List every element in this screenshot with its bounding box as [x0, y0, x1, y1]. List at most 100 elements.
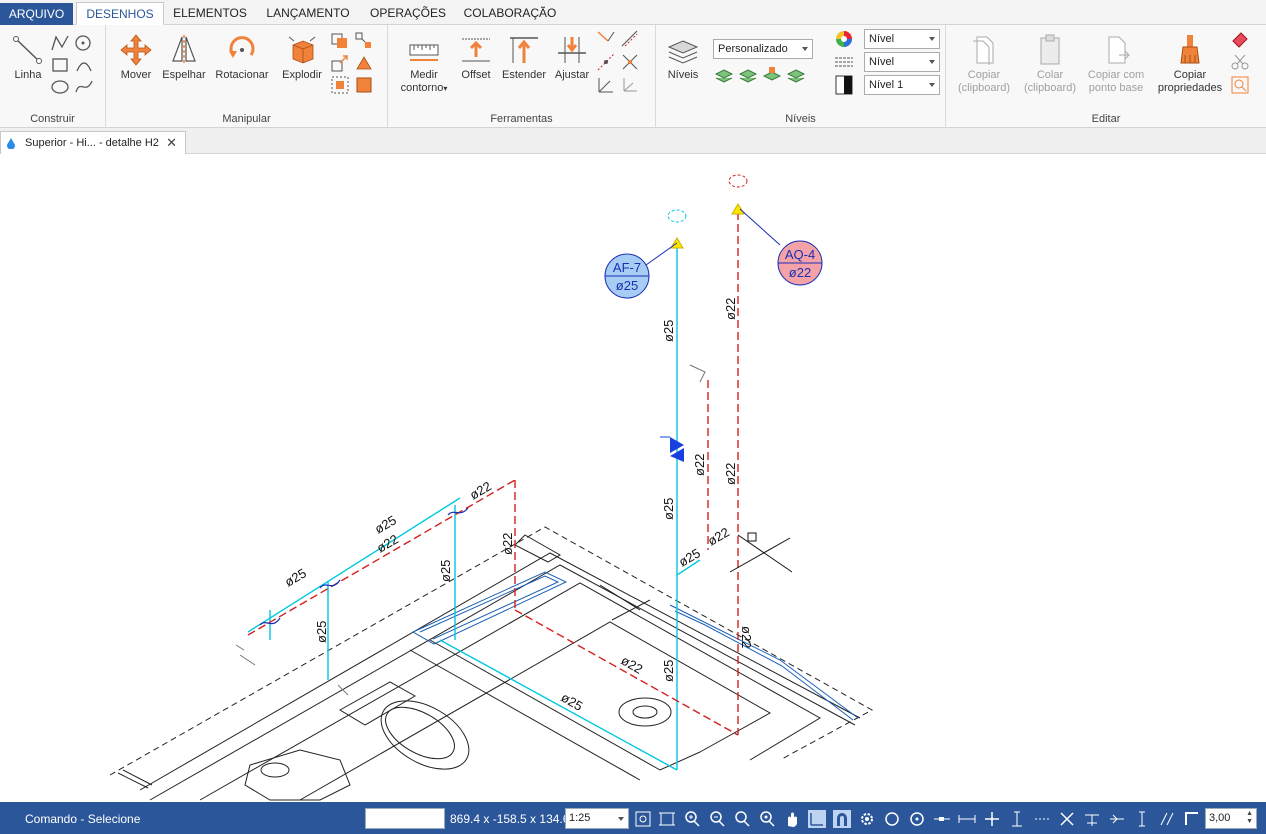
group-manipular: Mover Espelhar Rotacionar Explodir Manip… [106, 25, 388, 128]
zoom-extents-icon[interactable] [634, 810, 652, 828]
layer-style-select[interactable]: Personalizado [713, 39, 813, 59]
ajustar-button[interactable]: Ajustar [550, 33, 594, 82]
circle-icon[interactable] [74, 33, 94, 53]
polyline-icon[interactable] [50, 33, 70, 53]
linetype-select[interactable]: Nível [864, 52, 940, 72]
paste-icon [1040, 34, 1060, 65]
axis-icon[interactable] [596, 75, 616, 95]
layer-isolate-icon[interactable] [786, 65, 806, 85]
lineweight-icon[interactable] [834, 75, 854, 95]
zoom-realtime-icon[interactable] [758, 810, 776, 828]
tab-desenhos[interactable]: DESENHOS [76, 2, 164, 25]
isometric-drawing[interactable]: AF-7 ø25 AQ-4 ø22 ø25 ø22 ø25 ø22 ø22 ø2… [0, 154, 1266, 802]
snap-endpoint-icon[interactable] [933, 810, 951, 828]
layer-select[interactable]: Nível 1 [864, 75, 940, 95]
document-tab[interactable]: Superior - Hi... - detalhe H2 ✕ [0, 131, 186, 154]
zoom-in-icon[interactable] [683, 810, 701, 828]
ucs-icon[interactable] [620, 75, 640, 95]
snap-circle-icon[interactable] [883, 810, 901, 828]
copiar-propriedades-button[interactable]: Copiar propriedades [1152, 33, 1228, 95]
spline-icon[interactable] [74, 77, 94, 97]
tab-lancamento[interactable]: LANÇAMENTO [258, 2, 358, 25]
tab-arquivo[interactable]: ARQUIVO [0, 3, 73, 25]
rectangle-icon[interactable] [50, 55, 70, 75]
snap-intersection-icon[interactable] [983, 810, 1001, 828]
tab-colaboracao[interactable]: COLABORAÇÃO [458, 2, 562, 25]
linetype-icon[interactable] [834, 52, 854, 72]
espelhar-button[interactable]: Espelhar [160, 33, 208, 82]
snap-node-icon[interactable] [1133, 810, 1151, 828]
stretch-icon[interactable] [354, 53, 374, 73]
angle-icon[interactable] [1183, 810, 1201, 828]
label-d25: ø25 [559, 690, 586, 714]
niveis-button[interactable]: Níveis [662, 37, 704, 82]
linha-button[interactable]: Linha [8, 33, 48, 82]
break-icon[interactable] [596, 52, 616, 72]
medir-contorno-button[interactable]: Medir contorno▾ [394, 33, 454, 95]
tag-aq-4[interactable]: AQ-4 ø22 [777, 240, 823, 286]
offset-button[interactable]: Offset [454, 33, 498, 82]
scissors-icon[interactable] [1230, 52, 1250, 72]
command-input[interactable] [365, 808, 445, 829]
copy-icon[interactable] [330, 31, 350, 51]
eraser-icon[interactable] [1230, 29, 1250, 49]
copiar-label-1: Copiar [967, 69, 1001, 81]
zoom-select-icon[interactable] [1230, 75, 1250, 95]
array-icon[interactable] [354, 31, 374, 51]
rotacionar-button[interactable]: Rotacionar [212, 33, 272, 82]
tab-operacoes[interactable]: OPERAÇÕES [362, 2, 454, 25]
measure-icon [409, 44, 439, 61]
color-select[interactable]: Nível [864, 29, 940, 49]
cold-water-pipes [247, 245, 701, 771]
scale-select[interactable]: 1:25 [565, 808, 629, 829]
join-icon[interactable] [620, 52, 640, 72]
chamfer-icon[interactable] [620, 29, 640, 49]
angle-value-input[interactable]: 3,00 ▲ ▼ [1205, 808, 1257, 829]
snap-parallel-icon[interactable] [1158, 810, 1176, 828]
layer-off-icon[interactable] [738, 65, 758, 85]
pan-icon[interactable] [783, 810, 801, 828]
snap-perpendicular-icon[interactable] [1008, 810, 1026, 828]
copiar-clipboard-button[interactable]: Copiar (clipboard) [952, 33, 1016, 95]
settings-gear-icon[interactable] [858, 810, 876, 828]
angle-value: 3,00 [1209, 812, 1231, 824]
mover-label: Mover [120, 69, 152, 81]
copiar-base-label-1: Copiar com [1087, 69, 1145, 81]
arc-icon[interactable] [74, 55, 94, 75]
snap-nearest-icon[interactable] [1058, 810, 1076, 828]
snap-tangent-icon[interactable] [1083, 810, 1101, 828]
zoom-previous-icon[interactable] [733, 810, 751, 828]
zoom-window-icon[interactable] [658, 810, 676, 828]
scale-icon[interactable] [330, 53, 350, 73]
layer-lock-icon[interactable] [762, 65, 782, 85]
tag-af-7[interactable]: AF-7 ø25 [604, 253, 650, 299]
estender-button[interactable]: Estender [498, 33, 550, 82]
snap-magnet-icon[interactable] [833, 810, 851, 828]
snap-extension-icon[interactable] [1033, 810, 1051, 828]
rotacionar-label: Rotacionar [215, 69, 269, 81]
mover-button[interactable]: Mover [114, 33, 158, 82]
snap-midpoint-icon[interactable] [958, 810, 976, 828]
drawing-canvas[interactable]: AF-7 ø25 AQ-4 ø22 ø25 ø22 ø25 ø22 ø22 ø2… [0, 154, 1266, 802]
crosshair-cursor [729, 532, 793, 573]
close-icon[interactable]: ✕ [166, 132, 177, 154]
copiar-ponto-base-button[interactable]: Copiar com ponto base [1084, 33, 1148, 95]
color-wheel-icon[interactable] [834, 29, 854, 49]
tab-elementos[interactable]: ELEMENTOS [166, 2, 254, 25]
block-icon[interactable] [354, 75, 374, 95]
niveis-label: Níveis [667, 69, 699, 81]
snap-quadrant-icon[interactable] [1108, 810, 1126, 828]
fillet-icon[interactable] [596, 29, 616, 49]
explodir-button[interactable]: Explodir [276, 33, 328, 82]
ortho-icon[interactable] [808, 810, 826, 828]
zoom-out-icon[interactable] [708, 810, 726, 828]
ellipse-icon[interactable] [50, 77, 70, 97]
layer-on-icon[interactable] [714, 65, 734, 85]
explodir-label: Explodir [282, 69, 322, 81]
group-construir: Linha Construir [0, 25, 106, 128]
water-drop-icon [7, 138, 15, 149]
colar-clipboard-button[interactable]: Colar (clipboard) [1018, 33, 1082, 95]
group-icon[interactable] [330, 75, 350, 95]
snap-center-icon[interactable] [908, 810, 926, 828]
group-ferramentas: Medir contorno▾ Offset Estender Ajustar … [388, 25, 656, 128]
